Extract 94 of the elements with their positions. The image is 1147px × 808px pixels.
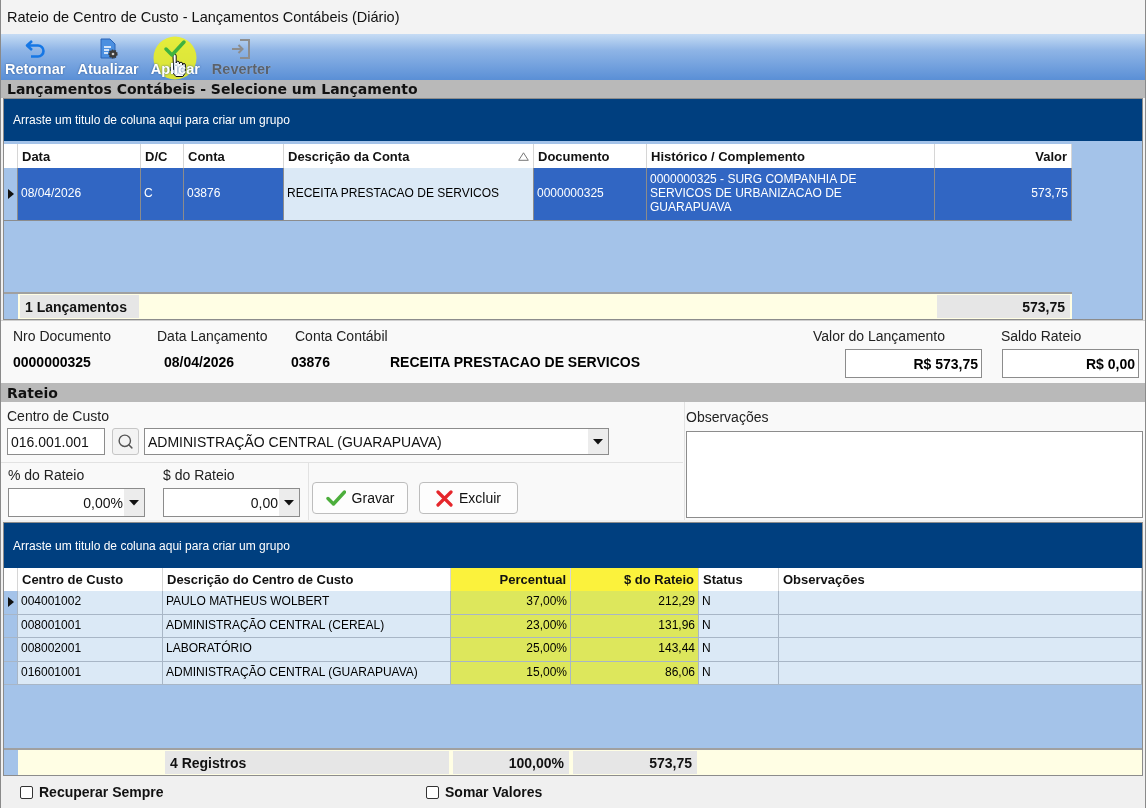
search-icon bbox=[117, 433, 134, 450]
field-label: % do Rateio bbox=[8, 467, 85, 483]
checkbox-label: Recuperar Sempre bbox=[39, 784, 164, 800]
table-cell: RECEITA PRESTACAO DE SERVICOS bbox=[284, 168, 534, 221]
column-header[interactable]: $ do Rateio bbox=[571, 568, 699, 591]
group-hint: Arraste um titulo de coluna aqui para criar um grupo bbox=[13, 538, 290, 553]
table-cell: 212,29 bbox=[571, 591, 699, 615]
column-header[interactable]: Percentual bbox=[451, 568, 571, 591]
row-indicator-icon bbox=[7, 597, 14, 608]
row-selector[interactable] bbox=[4, 168, 18, 221]
table-cell: 08/04/2026 bbox=[18, 168, 141, 221]
row-indicator-icon bbox=[7, 189, 14, 199]
check-icon bbox=[163, 38, 188, 60]
amount-field: R$ 0,00 bbox=[1002, 349, 1139, 378]
column-header[interactable]: D/C bbox=[141, 144, 184, 168]
field-label: $ do Rateio bbox=[163, 467, 235, 483]
table-cell: N bbox=[699, 591, 779, 615]
column-header[interactable]: Descrição do Centro de Custo bbox=[163, 568, 451, 591]
table-cell: 008001001 bbox=[18, 614, 163, 638]
field-label: Data Lançamento bbox=[157, 328, 268, 344]
caret-icon bbox=[124, 489, 144, 516]
checkbox[interactable] bbox=[426, 785, 439, 799]
save-button[interactable]: Gravar bbox=[312, 482, 408, 514]
column-header[interactable]: Centro de Custo bbox=[18, 568, 163, 591]
column-header[interactable]: Conta bbox=[184, 144, 284, 168]
notes-field[interactable] bbox=[686, 431, 1143, 518]
summary-cell: 573,75 bbox=[937, 295, 1070, 318]
amount-field: R$ 573,75 bbox=[845, 349, 982, 378]
table-cell: 37,00% bbox=[451, 591, 571, 615]
table-cell: 86,06 bbox=[571, 661, 699, 685]
field-value: 03876 bbox=[291, 354, 330, 370]
checkbox[interactable] bbox=[20, 785, 33, 799]
column-header[interactable]: Histórico / Complemento bbox=[647, 144, 935, 168]
section-title: Lançamentos Contábeis - Selecione um Lançamento bbox=[7, 81, 418, 97]
column-header[interactable]: Observações bbox=[779, 568, 1142, 591]
checkbox-label: Somar Valores bbox=[445, 784, 543, 800]
column-header[interactable]: Documento bbox=[534, 144, 647, 168]
cost-center-code-field[interactable]: 016.001.001 bbox=[7, 428, 105, 455]
table-cell: N bbox=[699, 638, 779, 662]
close-icon bbox=[436, 489, 453, 507]
field-value: 0000000325 bbox=[13, 354, 91, 370]
table-cell: N bbox=[699, 614, 779, 638]
table-cell: 143,44 bbox=[571, 638, 699, 662]
column-header[interactable]: Status bbox=[699, 568, 779, 591]
sort-ascending-icon bbox=[518, 151, 529, 161]
group-hint: Arraste um titulo de coluna aqui para criar um grupo bbox=[13, 113, 290, 127]
table-cell: ADMINISTRAÇÃO CENTRAL (GUARAPUAVA) bbox=[163, 661, 451, 685]
table-cell: 25,00% bbox=[451, 638, 571, 662]
table-cell: LABORATÓRIO bbox=[163, 638, 451, 662]
field-label: Observações bbox=[686, 409, 769, 425]
delete-button[interactable]: Excluir bbox=[419, 482, 518, 514]
header-corner bbox=[4, 568, 18, 591]
caret-icon bbox=[279, 489, 299, 516]
table-cell: 0000000325 bbox=[534, 168, 647, 221]
field-label: Saldo Rateio bbox=[1001, 328, 1082, 344]
table-cell: 131,96 bbox=[571, 614, 699, 638]
account-name: RECEITA PRESTACAO DE SERVICOS bbox=[390, 354, 640, 370]
percent-field[interactable]: 0,00% bbox=[8, 488, 145, 517]
column-header[interactable]: Descrição da Conta bbox=[284, 144, 534, 168]
table-cell: 004001002 bbox=[18, 591, 163, 615]
table-cell: 008002001 bbox=[18, 638, 163, 662]
field-value: 08/04/2026 bbox=[164, 354, 235, 370]
search-button[interactable] bbox=[112, 428, 139, 455]
table-cell: C bbox=[141, 168, 184, 221]
table-cell: 016001001 bbox=[18, 661, 163, 685]
row-selector[interactable] bbox=[4, 591, 18, 615]
door-arrow-icon bbox=[230, 38, 253, 60]
table-cell: N bbox=[699, 661, 779, 685]
table-cell: 15,00% bbox=[451, 661, 571, 685]
field-label: Nro Documento bbox=[13, 328, 112, 344]
section-title: Rateio bbox=[7, 384, 58, 401]
table-cell: 573,75 bbox=[935, 168, 1072, 221]
window-title: Rateio de Centro de Custo - Lançamentos Contábeis (Diário) bbox=[7, 9, 400, 25]
field-label: Valor do Lançamento bbox=[813, 328, 946, 344]
column-header[interactable]: Valor bbox=[935, 144, 1072, 168]
table-cell: ADMINISTRAÇÃO CENTRAL (CEREAL) bbox=[163, 614, 451, 638]
summary-cell: 573,75 bbox=[573, 751, 697, 774]
document-gear-icon bbox=[97, 38, 120, 60]
undo-icon bbox=[23, 38, 48, 60]
summary-cell: 100,00% bbox=[453, 751, 569, 774]
column-header[interactable]: Data bbox=[18, 144, 141, 168]
amount-input-field[interactable]: 0,00 bbox=[163, 488, 300, 517]
check-icon bbox=[325, 490, 346, 506]
table-cell: 23,00% bbox=[451, 614, 571, 638]
caret-icon bbox=[588, 429, 608, 454]
summary-cell: 4 Registros bbox=[165, 751, 449, 774]
summary-cell: 1 Lançamentos bbox=[20, 295, 139, 318]
cost-center-select[interactable]: ADMINISTRAÇÃO CENTRAL (GUARAPUAVA) bbox=[144, 428, 609, 455]
table-cell: PAULO MATHEUS WOLBERT bbox=[163, 591, 451, 615]
table-row[interactable]: 08/04/2026 C 03876 RECEITA PRESTACAO DE SERVICOS 0000000325 0000000325 - SURG COMPANHIA DE SERVICOS DE URBANIZACAO DE GUARAPUAVA 573,75 bbox=[4, 168, 1072, 221]
table-cell: 0000000325 - SURG COMPANHIA DE SERVICOS DE URBANIZACAO DE GUARAPUAVA bbox=[647, 168, 935, 221]
header-corner bbox=[4, 144, 18, 168]
field-label: Conta Contábil bbox=[295, 328, 388, 344]
field-label: Centro de Custo bbox=[7, 408, 109, 424]
